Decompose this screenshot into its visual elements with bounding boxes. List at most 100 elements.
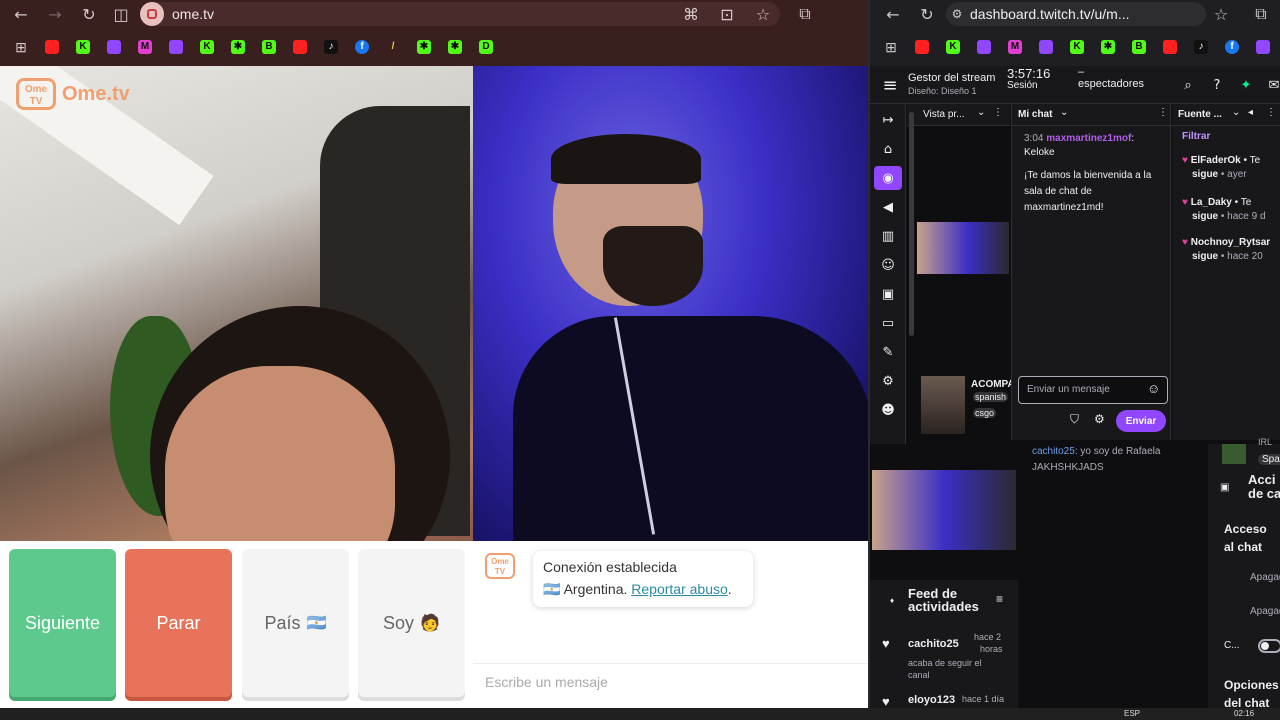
site-info-icon[interactable]: ⚙ [946,3,968,25]
menu-icon[interactable]: ≡ [876,73,904,97]
back-icon[interactable]: ← [10,3,32,25]
clock[interactable]: 02:16 [1234,710,1254,718]
reload-icon[interactable]: ↻ [78,3,100,25]
stream-manager-icon[interactable]: ◉ [874,166,902,190]
chevron-down-icon[interactable]: ⌄ [1232,107,1240,118]
chat-input[interactable]: Enviar un mensaje ☺ [1018,376,1168,404]
bookmark-facebook-icon[interactable]: f [351,36,373,58]
toggle-switch[interactable] [1258,639,1280,653]
chat-username[interactable]: cachito25 [1032,446,1075,457]
language-indicator[interactable]: ESP [1124,710,1140,718]
bookmark-kick-icon[interactable]: K [72,36,94,58]
feed-user[interactable]: eloyo123 [908,694,955,706]
bookmark-kick-icon[interactable]: K [1066,36,1088,58]
message-username[interactable]: maxmartinez1mof [1046,133,1131,144]
more-options-icon[interactable]: ⋮ [1266,107,1276,118]
help-icon[interactable]: ? [1203,73,1231,97]
bookmark-kick-icon[interactable]: K [942,36,964,58]
gender-button[interactable]: Soy 🧑 [358,549,465,697]
translate-icon[interactable]: ⌘ [680,3,702,25]
bookmark-star-icon[interactable]: ☆ [752,3,774,25]
bookmark-tiktok-icon[interactable]: ♪ [320,36,342,58]
event-user[interactable]: Nochnoy_Rytsar [1191,237,1270,248]
setting-value[interactable]: Apagad [1250,606,1280,617]
bookmark-kick-alt-icon[interactable]: ✱ [444,36,466,58]
report-abuse-link[interactable]: Reportar abuso [631,581,728,597]
chevron-down-icon[interactable]: ⌄ [977,107,985,118]
bookmark-youtube-icon[interactable] [41,36,63,58]
bookmark-b-icon[interactable]: B [258,36,280,58]
chat-settings-icon[interactable]: ⚙ [1094,412,1105,426]
preview-scrollbar[interactable] [909,112,914,336]
event-user[interactable]: La_Daky [1191,197,1232,208]
extensions-icon[interactable]: ⧉ [1250,3,1272,25]
more-options-icon[interactable]: ⋮ [993,107,1003,118]
bookmark-kick-alt-icon[interactable]: ✱ [413,36,435,58]
bookmark-kick-alt-icon[interactable]: ✱ [227,36,249,58]
bookmark-m-icon[interactable]: M [1004,36,1026,58]
bookmark-twitch-icon[interactable] [103,36,125,58]
apps-grid-icon[interactable]: ⊞ [880,36,902,58]
next-button[interactable]: Siguiente [9,549,116,697]
bookmark-twitch-icon[interactable] [1252,36,1274,58]
message-input[interactable]: Escribe un mensaje [473,663,868,699]
tag-csgo[interactable]: csgo [973,408,997,418]
filter-button[interactable]: Filtrar [1182,131,1210,142]
bookmark-twitch-icon[interactable] [165,36,187,58]
bookmark-m-icon[interactable]: M [134,36,156,58]
tag-spanish[interactable]: spanish [973,392,1009,402]
stop-button[interactable]: Parar [125,549,232,697]
country-button[interactable]: País 🇦🇷 [242,549,349,697]
bookmark-youtube-icon[interactable] [911,36,933,58]
send-button[interactable]: Enviar [1116,410,1166,432]
more-options-icon[interactable]: ⋮ [1158,107,1168,118]
promotions-icon[interactable]: ◀ [874,195,902,219]
bookmark-mic-icon[interactable]: / [382,36,404,58]
address-bar[interactable]: ⚙ dashboard.twitch.tv/u/m... [946,2,1206,26]
bookmark-youtube-icon[interactable] [289,36,311,58]
stream-preview-thumbnail[interactable] [917,222,1009,274]
feed-user[interactable]: cachito25 [908,638,959,650]
forward-icon[interactable]: → [44,3,66,25]
install-icon[interactable]: ⊡ [716,3,738,25]
bookmark-facebook-icon[interactable]: f [1221,36,1243,58]
emote-icon[interactable]: ☻ [874,398,902,422]
content-icon[interactable]: ▣ [874,282,902,306]
collapse-icon[interactable]: ↦ [874,108,902,132]
address-bar[interactable]: ome.tv ⌘ ⊡ ☆ [140,2,780,26]
bookmark-star-icon[interactable]: ☆ [1210,3,1232,25]
home-icon[interactable]: ⌂ [874,137,902,161]
bookmark-tiktok-icon[interactable]: ♪ [1190,36,1212,58]
filter-icon[interactable]: ≡ [996,592,1003,606]
extensions-icon[interactable]: ⧉ [794,3,816,25]
site-info-icon[interactable] [140,2,164,26]
bookmark-twitch-icon[interactable] [973,36,995,58]
bookmark-kick-alt-icon[interactable]: ✱ [1097,36,1119,58]
mute-icon[interactable]: ◂ [1248,107,1253,118]
analytics-icon[interactable]: ▥ [874,224,902,248]
bookmark-b-icon[interactable]: B [1128,36,1150,58]
apps-grid-icon[interactable]: ⊞ [10,36,32,58]
event-user[interactable]: ElFaderOk [1191,155,1241,166]
ometv-tv-icon: Ome TV [485,553,515,579]
search-icon[interactable]: ⌕ [1174,73,1202,97]
sparkle-icon[interactable]: ✦ [1232,73,1260,97]
settings-icon[interactable]: ⚙ [874,369,902,393]
extensions-icon[interactable]: ✎ [874,340,902,364]
monetization-icon[interactable]: ▭ [874,311,902,335]
mod-shield-icon[interactable]: ⛉ [1070,412,1079,427]
bookmark-twitch-icon[interactable] [1035,36,1057,58]
bookmark-d-icon[interactable]: D [475,36,497,58]
chevron-down-icon[interactable]: ⌄ [1060,107,1068,118]
bookmark-kick-icon[interactable]: K [196,36,218,58]
inbox-icon[interactable]: ✉ [1260,73,1280,97]
layout-subtitle[interactable]: Diseño: Diseño 1 [908,86,977,96]
reload-icon[interactable]: ↻ [916,3,938,25]
setting-value[interactable]: Apagad [1250,572,1280,583]
back-icon[interactable]: ← [882,3,904,25]
community-icon[interactable]: ☺ [874,253,902,277]
split-view-icon[interactable]: ◫ [110,3,132,25]
emoji-icon[interactable]: ☺ [1147,381,1160,396]
bookmark-youtube-icon[interactable] [1159,36,1181,58]
spanish-tag[interactable]: Spa [1258,454,1280,465]
